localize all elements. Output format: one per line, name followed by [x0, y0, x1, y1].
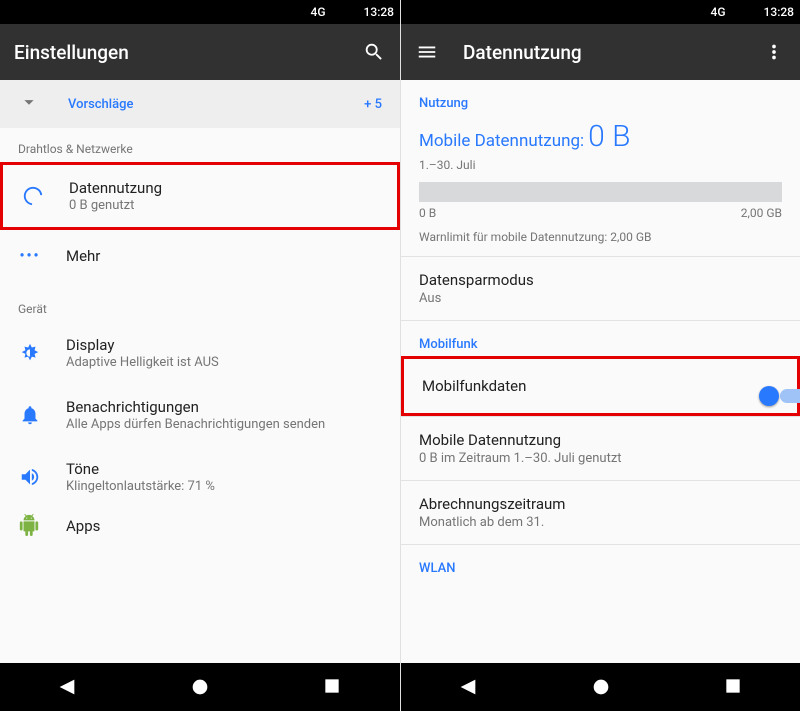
- volume-icon: [18, 465, 42, 489]
- nav-home-button[interactable]: [189, 676, 211, 698]
- mobile-usage-row[interactable]: Mobile Datennutzung 0 B im Zeitraum 1.–3…: [401, 417, 800, 480]
- battery-charging-icon: [348, 5, 358, 19]
- section-header-mobile: Mobilfunk: [401, 321, 800, 356]
- suggestions-row[interactable]: Vorschläge + 5: [0, 80, 400, 128]
- more-icon: •••: [18, 244, 42, 268]
- usage-value: 0 B: [588, 119, 630, 154]
- item-title: Apps: [66, 517, 100, 535]
- billing-cycle-row[interactable]: Abrechnungszeitraum Monatlich ab dem 31.: [401, 481, 800, 544]
- menu-button[interactable]: [415, 40, 439, 64]
- settings-item-notifications[interactable]: Benachrichtigungen Alle Apps dürfen Bena…: [0, 384, 400, 446]
- usage-warn: Warnlimit für mobile Datennutzung: 2,00 …: [401, 226, 800, 256]
- search-icon: [363, 41, 385, 63]
- signal-icon: [330, 5, 344, 19]
- app-bar: Einstellungen: [0, 24, 400, 80]
- item-subtitle: 0 B genutzt: [69, 198, 162, 213]
- search-button[interactable]: [362, 40, 386, 64]
- item-title: Datensparmodus: [419, 271, 782, 289]
- display-icon: [18, 341, 42, 365]
- item-subtitle: Alle Apps dürfen Benachrichtigungen send…: [66, 417, 325, 432]
- item-subtitle: 0 B im Zeitraum 1.–30. Juli genutzt: [419, 451, 782, 466]
- data-usage-screen: 4G 13:28 Datennutzung Nutzung Mobile Dat…: [400, 0, 800, 711]
- section-header-wireless: Drahtlos & Netzwerke: [0, 128, 400, 162]
- item-title: Töne: [66, 460, 215, 478]
- network-indicator: 4G: [311, 5, 326, 19]
- usage-bar: [419, 182, 782, 202]
- more-vert-icon: [763, 41, 785, 63]
- settings-item-more[interactable]: ••• Mehr: [0, 230, 400, 282]
- usage-summary: Mobile Datennutzung: 0 B: [401, 115, 800, 156]
- nav-bar: [0, 663, 400, 711]
- page-title: Datennutzung: [463, 41, 582, 64]
- section-header-usage: Nutzung: [401, 80, 800, 115]
- section-header-wlan: WLAN: [401, 545, 800, 580]
- item-subtitle: Monatlich ab dem 31.: [419, 515, 782, 530]
- nav-home-button[interactable]: [590, 676, 612, 698]
- signal-icon: [730, 5, 744, 19]
- battery-charging-icon: [748, 5, 758, 19]
- hamburger-icon: [416, 41, 438, 63]
- clock: 13:28: [764, 5, 794, 19]
- suggestions-count: + 5: [364, 97, 382, 112]
- page-title: Einstellungen: [14, 41, 129, 64]
- usage-label: Mobile Datennutzung:: [419, 131, 584, 151]
- settings-item-sound[interactable]: Töne Klingeltonlautstärke: 71 %: [0, 446, 400, 508]
- nav-bar: [401, 663, 800, 711]
- nav-recents-button[interactable]: [322, 676, 344, 698]
- overflow-button[interactable]: [762, 40, 786, 64]
- status-bar: 4G 13:28: [0, 0, 400, 24]
- usage-bar-max: 2,00 GB: [741, 206, 782, 220]
- usage-bar-min: 0 B: [419, 206, 436, 220]
- item-title: Mehr: [66, 247, 100, 265]
- item-subtitle: Adaptive Helligkeit ist AUS: [66, 355, 219, 370]
- cellular-data-row[interactable]: Mobilfunkdaten: [401, 356, 800, 416]
- item-title: Abrechnungszeitraum: [419, 495, 782, 513]
- nav-recents-button[interactable]: [723, 676, 745, 698]
- settings-item-apps[interactable]: Apps: [0, 508, 400, 538]
- item-title: Mobile Datennutzung: [419, 431, 782, 449]
- nav-back-button[interactable]: [56, 676, 78, 698]
- item-subtitle: Aus: [419, 291, 782, 306]
- network-indicator: 4G: [711, 5, 726, 19]
- item-title: Benachrichtigungen: [66, 398, 325, 416]
- clock: 13:28: [364, 5, 394, 19]
- android-icon: [18, 514, 42, 538]
- item-subtitle: Klingeltonlautstärke: 71 %: [66, 479, 215, 494]
- section-header-device: Gerät: [0, 282, 400, 322]
- suggestions-label: Vorschläge: [68, 97, 133, 112]
- usage-daterange: 1.–30. Juli: [401, 156, 800, 178]
- app-bar: Datennutzung: [401, 24, 800, 80]
- settings-screen: 4G 13:28 Einstellungen Vorschläge + 5 Dr…: [0, 0, 400, 711]
- bell-icon: [18, 403, 42, 427]
- chevron-down-icon: [18, 91, 40, 117]
- item-title: Mobilfunkdaten: [422, 377, 779, 395]
- nav-back-button[interactable]: [457, 676, 479, 698]
- data-usage-icon: [21, 184, 45, 208]
- settings-item-data-usage[interactable]: Datennutzung 0 B genutzt: [0, 162, 400, 230]
- status-bar: 4G 13:28: [401, 0, 800, 24]
- item-title: Display: [66, 336, 219, 354]
- data-saver-row[interactable]: Datensparmodus Aus: [401, 257, 800, 320]
- settings-item-display[interactable]: Display Adaptive Helligkeit ist AUS: [0, 322, 400, 384]
- item-title: Datennutzung: [69, 179, 162, 197]
